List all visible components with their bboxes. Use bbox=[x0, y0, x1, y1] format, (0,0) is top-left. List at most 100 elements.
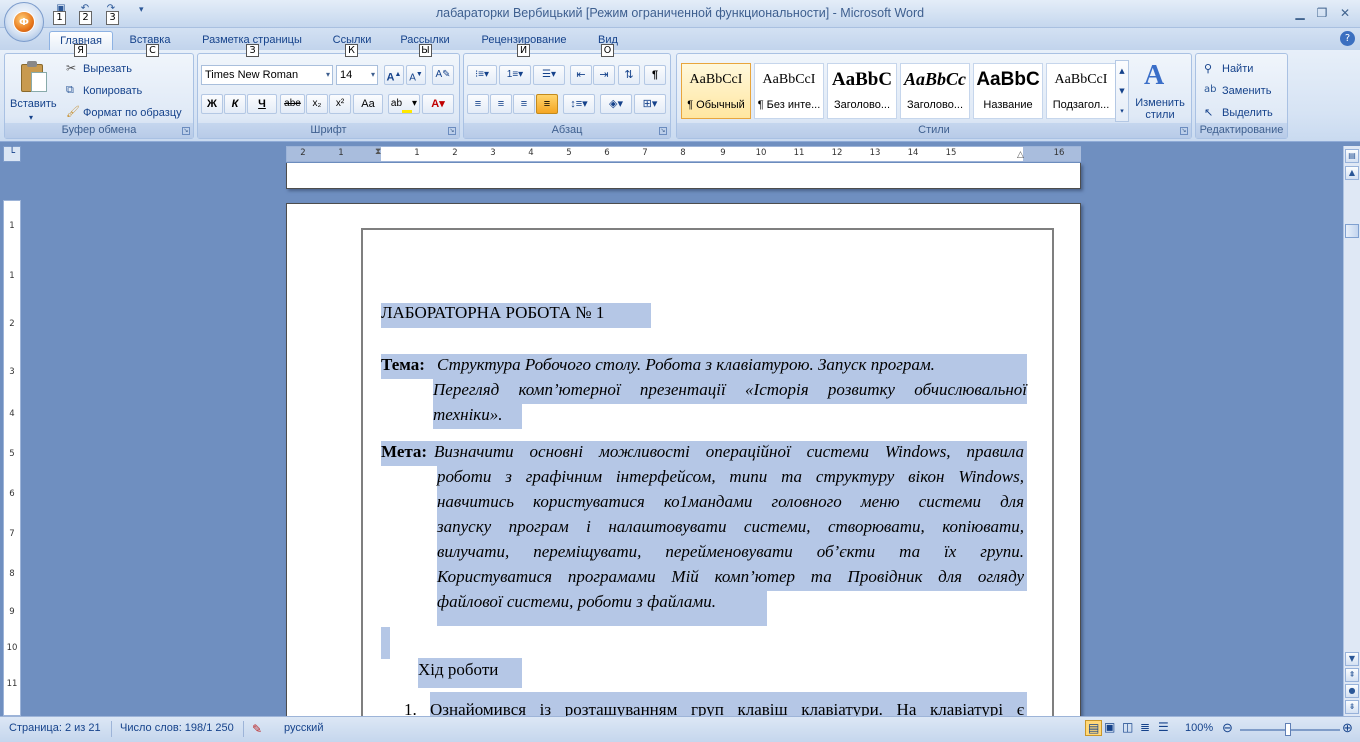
find-button[interactable]: Найти bbox=[1222, 63, 1253, 75]
zoom-in-icon[interactable]: ⊕ bbox=[1342, 720, 1353, 736]
zoom-thumb[interactable] bbox=[1285, 723, 1291, 736]
replace-icon: ab bbox=[1204, 84, 1217, 95]
previous-page-icon[interactable]: ⇞ bbox=[1345, 668, 1359, 682]
change-case-button[interactable]: Aa bbox=[353, 94, 383, 114]
minimize-button[interactable]: ▁ bbox=[1288, 4, 1312, 22]
style-no-spacing[interactable]: AaBbCcI ¶ Без инте... bbox=[754, 63, 824, 119]
doc-tema-line-2: Перегляд комп’ютерної презентації «Істор… bbox=[433, 380, 1027, 399]
doc-item-1-number: 1. bbox=[404, 700, 417, 716]
right-indent-marker-icon[interactable]: △ bbox=[1017, 150, 1024, 160]
font-name-input[interactable]: Times New Roman ▾ bbox=[201, 65, 333, 85]
scroll-up-icon[interactable]: ▲ bbox=[1345, 166, 1359, 180]
horizontal-ruler[interactable]: 2 1 1 2 3 4 5 6 7 8 9 10 11 12 13 14 15 … bbox=[286, 146, 1081, 162]
scroll-thumb[interactable] bbox=[1345, 224, 1359, 238]
format-painter-button[interactable]: Формат по образцу bbox=[83, 107, 182, 119]
web-layout-icon[interactable]: ◫ bbox=[1122, 720, 1133, 734]
tab-selector-icon[interactable]: └ bbox=[3, 146, 21, 162]
style-title[interactable]: AaBbC Название bbox=[973, 63, 1043, 119]
page-content[interactable]: ЛАБОРАТОРНА РОБОТА № 1 Тема: Структура Р… bbox=[287, 204, 1080, 716]
qat-key-3: 3 bbox=[106, 11, 119, 25]
grow-font-button[interactable]: A▲ bbox=[384, 65, 404, 85]
cut-button[interactable]: Вырезать bbox=[83, 63, 132, 75]
styles-launcher-icon[interactable]: ↘ bbox=[1180, 127, 1188, 135]
scroll-down-icon[interactable]: ▼ bbox=[1345, 652, 1359, 666]
superscript-button[interactable]: x² bbox=[329, 94, 351, 114]
doc-heading: ЛАБОРАТОРНА РОБОТА № 1 bbox=[381, 303, 605, 322]
decrease-indent-icon[interactable]: ⇤ bbox=[570, 65, 592, 85]
multilevel-list-icon[interactable]: ☰▾ bbox=[533, 65, 565, 85]
title-bar: лабараторки Вербицький [Режим ограниченн… bbox=[0, 0, 1360, 28]
paste-button[interactable]: Вставить bbox=[10, 98, 57, 110]
language[interactable]: русский bbox=[284, 722, 323, 734]
doc-meta-line-3: навчитись користуватися ко1мандами голов… bbox=[437, 492, 1024, 511]
doc-meta-line-5: вилучати, переміщувати, перейменовувати … bbox=[437, 542, 1024, 561]
highlight-icon[interactable]: ab ▾ bbox=[388, 94, 420, 114]
subscript-button[interactable]: x₂ bbox=[306, 94, 328, 114]
bold-button[interactable]: Ж bbox=[201, 94, 223, 114]
numbering-icon[interactable]: 1≡▾ bbox=[499, 65, 531, 85]
status-bar: Страница: 2 из 21 Число слов: 198/1 250 … bbox=[0, 716, 1360, 742]
clipboard-group: Вставить ▾ ✂ Вырезать ⧉ Копировать 🖌 Фор… bbox=[4, 53, 194, 139]
justify-icon[interactable]: ≡ bbox=[536, 94, 558, 114]
ruler-toggle-icon[interactable]: ▤ bbox=[1345, 149, 1359, 163]
borders-icon[interactable]: ⊞▾ bbox=[634, 94, 666, 114]
clear-format-icon[interactable]: A✎ bbox=[432, 65, 454, 85]
style-heading-2[interactable]: AaBbCc Заголово... bbox=[900, 63, 970, 119]
select-cursor-icon: ↖ bbox=[1204, 106, 1214, 119]
zoom-out-icon[interactable]: ⊖ bbox=[1222, 720, 1233, 736]
bullets-icon[interactable]: ⁝≡▾ bbox=[467, 65, 497, 85]
shading-icon[interactable]: ◈▾ bbox=[600, 94, 632, 114]
draft-icon[interactable]: ☰ bbox=[1158, 720, 1169, 734]
paste-icon[interactable] bbox=[19, 60, 49, 94]
line-spacing-icon[interactable]: ↕≡▾ bbox=[563, 94, 595, 114]
zoom-level[interactable]: 100% bbox=[1185, 722, 1213, 734]
font-color-icon[interactable]: A▾ bbox=[422, 94, 454, 114]
ribbon-tabs: Главная Вставка Разметка страницы Ссылки… bbox=[0, 28, 1360, 50]
font-launcher-icon[interactable]: ↘ bbox=[448, 127, 456, 135]
change-styles-button[interactable]: Изменить стили bbox=[1132, 97, 1188, 121]
paragraph-group: ⁝≡▾ 1≡▾ ☰▾ ⇤ ⇥ ⇅ ¶ ≡ ≡ ≡ ≡ ↕≡▾ ◈▾ ⊞▾ Абз… bbox=[463, 53, 671, 139]
clipboard-launcher-icon[interactable]: ↘ bbox=[182, 127, 190, 135]
style-subtitle[interactable]: AaBbCcI Подзагол... bbox=[1046, 63, 1116, 119]
outline-icon[interactable]: ≣ bbox=[1140, 720, 1150, 734]
select-button[interactable]: Выделить bbox=[1222, 107, 1273, 119]
clipboard-group-label: Буфер обмена bbox=[5, 123, 193, 138]
keytip: О bbox=[601, 44, 614, 57]
styles-scroll[interactable]: ▲ ▼ ▾ bbox=[1115, 60, 1129, 122]
align-center-icon[interactable]: ≡ bbox=[490, 94, 512, 114]
paste-dropdown-icon[interactable]: ▾ bbox=[29, 113, 33, 122]
vertical-ruler[interactable]: 1 1 2 3 4 5 6 7 8 9 10 11 bbox=[3, 200, 21, 716]
copy-button[interactable]: Копировать bbox=[83, 85, 142, 97]
show-marks-button[interactable]: ¶ bbox=[644, 65, 666, 85]
window-title: лабараторки Вербицький [Режим ограниченн… bbox=[435, 6, 925, 20]
office-button[interactable]: Ф bbox=[4, 2, 44, 42]
align-left-icon[interactable]: ≡ bbox=[467, 94, 489, 114]
vertical-scrollbar[interactable]: ▤ ▲ ▼ ⇞ ● ⇟ bbox=[1343, 146, 1360, 716]
align-right-icon[interactable]: ≡ bbox=[513, 94, 535, 114]
proofing-icon[interactable]: ✎ bbox=[252, 722, 262, 736]
restore-button[interactable]: ❐ bbox=[1310, 4, 1334, 22]
print-layout-icon[interactable]: ▤ bbox=[1085, 720, 1103, 736]
replace-button[interactable]: Заменить bbox=[1222, 85, 1271, 97]
paragraph-launcher-icon[interactable]: ↘ bbox=[659, 127, 667, 135]
page-count[interactable]: Страница: 2 из 21 bbox=[9, 722, 101, 734]
font-size-input[interactable]: 14 ▾ bbox=[336, 65, 378, 85]
close-button[interactable]: ✕ bbox=[1333, 4, 1357, 22]
italic-button[interactable]: К bbox=[224, 94, 246, 114]
next-page-icon[interactable]: ⇟ bbox=[1345, 700, 1359, 714]
strikethrough-button[interactable]: abe bbox=[280, 94, 305, 114]
change-styles-icon: A bbox=[1144, 60, 1165, 91]
qat-customize-icon[interactable]: ▾ bbox=[139, 5, 144, 15]
increase-indent-icon[interactable]: ⇥ bbox=[593, 65, 615, 85]
keytip: З bbox=[246, 44, 259, 57]
help-icon[interactable]: ? bbox=[1340, 31, 1355, 46]
underline-button[interactable]: Ч bbox=[247, 94, 277, 114]
sort-icon[interactable]: ⇅ bbox=[618, 65, 640, 85]
style-normal[interactable]: AaBbCcI ¶ Обычный bbox=[681, 63, 751, 119]
style-heading-1[interactable]: AaBbC Заголово... bbox=[827, 63, 897, 119]
indent-marker-icon[interactable]: ⧗ bbox=[375, 147, 381, 157]
word-count[interactable]: Число слов: 198/1 250 bbox=[120, 722, 234, 734]
browse-object-icon[interactable]: ● bbox=[1345, 684, 1359, 698]
shrink-font-button[interactable]: A▼ bbox=[406, 65, 426, 85]
full-screen-icon[interactable]: ▣ bbox=[1104, 720, 1115, 734]
